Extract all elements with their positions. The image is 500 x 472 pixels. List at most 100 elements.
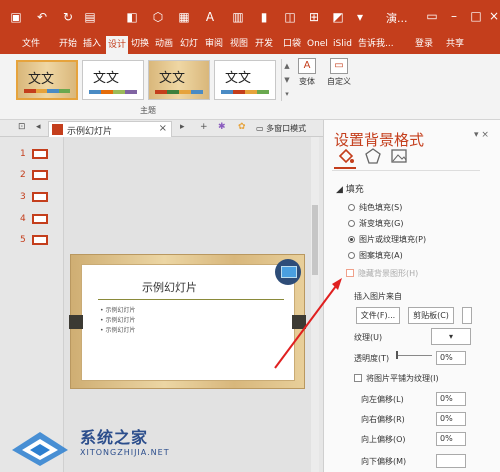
slide-title[interactable]: 示例幻灯片 [142,279,197,295]
customize-icon[interactable]: ▾ [352,9,368,25]
minimize-icon[interactable]: – [446,8,462,24]
radio-dot [348,252,355,259]
gradient-fill-radio[interactable]: 渐变填充(G) [348,218,403,229]
new-tab-button[interactable]: + [200,122,208,132]
slide-thumbnail[interactable]: 1 [12,148,52,162]
slide-bullet[interactable]: • 示例幻灯片 [100,305,135,314]
select-icon[interactable]: ◫ [282,9,298,25]
new-slide-icon[interactable]: ▤ [82,9,98,25]
share-button[interactable]: 共享 [446,37,464,52]
solid-fill-radio[interactable]: 纯色填充(S) [348,202,402,213]
tab-onenote[interactable]: Onel [307,37,328,52]
text-icon[interactable]: A [202,9,218,25]
grid-icon[interactable]: ⊞ [306,9,322,25]
editor-scrollbar[interactable] [311,137,319,472]
insert-from-label: 插入图片来自 [354,292,402,301]
shapes-icon[interactable]: ⬡ [150,9,166,25]
fill-bucket-icon[interactable] [337,147,355,165]
maximize-icon[interactable]: □ [468,8,484,24]
color-icon[interactable]: ◩ [330,9,346,25]
transparency-slider-knob[interactable] [396,351,398,359]
slide-thumbnail[interactable]: 5 [12,234,52,248]
ppt-file-icon [52,124,63,135]
customize-button[interactable]: ▭ 自定义 [326,58,352,87]
tab-pocket[interactable]: 口袋 [283,37,301,52]
scroll-right-icon[interactable]: ▸ [180,122,185,132]
scroll-left-icon[interactable]: ◂ [36,122,41,132]
checkbox-box [354,374,362,382]
pane-controls[interactable]: ▾ × [474,130,489,140]
clipboard-button[interactable]: 剪贴板(C) [408,307,454,324]
file-button[interactable]: 文件(F)... [356,307,400,324]
theme-thumbnail[interactable]: 文文 [148,60,210,100]
offset-up-label: 向上偏移(O) [361,435,406,444]
tab-islide[interactable]: iSlid [333,37,352,52]
tab-developer[interactable]: 开发 [255,37,273,52]
save-icon[interactable]: ▣ [8,9,24,25]
plugin-icon[interactable]: ✱ [218,122,226,132]
radio-label: 渐变填充(G) [359,219,404,228]
slide-thumbnail[interactable]: 4 [12,213,52,227]
format-icon[interactable]: ◧ [124,9,140,25]
ribbon-display-icon[interactable]: ▭ [424,8,440,24]
checkbox-box [346,269,354,277]
slide-right-tab [292,315,306,329]
close-icon[interactable]: × [486,8,500,24]
slide-bullet[interactable]: • 示例幻灯片 [100,325,135,334]
offset-left-input[interactable]: 0% [436,392,466,406]
pattern-fill-radio[interactable]: 图案填充(A) [348,250,403,261]
hide-background-checkbox[interactable]: 隐藏背景图形(H) [346,268,418,279]
picture-fill-radio[interactable]: 图片或纹理填充(P) [348,234,426,245]
tab-list-icon[interactable]: ⊡ [18,122,26,132]
transparency-input[interactable]: 0% [436,351,466,365]
variants-button[interactable]: A 变体 [294,58,320,87]
current-slide[interactable]: 示例幻灯片 • 示例幻灯片 • 示例幻灯片 • 示例幻灯片 [69,254,306,389]
picture-icon[interactable] [390,147,408,165]
effects-pentagon-icon[interactable] [364,147,382,165]
slide-thumb-box [32,170,48,180]
watermark-text: 系统之家 [80,428,149,447]
redo-icon[interactable]: ↻ [60,9,76,25]
texture-label: 纹理(U) [354,333,383,342]
tab-insert[interactable]: 插入 [83,37,101,52]
tab-design[interactable]: 设计 [106,36,129,54]
fill-section-header[interactable]: ◢ 填充 [336,182,364,195]
window-title: 演... [386,12,408,25]
tab-review[interactable]: 审阅 [205,37,223,52]
multi-window-button[interactable]: ▭ 多窗口模式 [256,123,306,134]
tab-transitions[interactable]: 切换 [131,37,149,52]
document-tab[interactable]: 示例幻灯片 × [48,121,172,137]
tab-view[interactable]: 视图 [230,37,248,52]
offset-right-input[interactable]: 0% [436,412,466,426]
slide-bullet[interactable]: • 示例幻灯片 [100,315,135,324]
offset-up-input[interactable]: 0% [436,432,466,446]
undo-icon[interactable]: ↶ [34,9,50,25]
close-tab-icon[interactable]: × [159,123,167,134]
offset-down-input[interactable] [436,454,466,468]
texture-dropdown[interactable]: ▾ [431,328,471,345]
tab-slideshow[interactable]: 幻灯 [180,37,198,52]
tab-home[interactable]: 开始 [59,37,77,52]
theme-thumbnail[interactable]: 文文 [16,60,78,100]
table-icon[interactable]: ▦ [176,9,192,25]
transparency-slider[interactable] [396,355,432,356]
radio-dot [348,236,355,243]
tell-me-search[interactable]: 告诉我... [358,37,394,52]
online-button[interactable] [462,307,472,324]
chart-icon[interactable]: ▮ [256,9,272,25]
screenshot-icon[interactable]: ▥ [230,9,246,25]
settings-icon[interactable]: ✿ [238,122,246,132]
scrollbar-thumb[interactable] [312,205,318,275]
radio-label: 纯色填充(S) [359,203,403,212]
transparency-label: 透明度(T) [354,354,390,363]
login-button[interactable]: 登录 [415,37,433,52]
theme-gallery-scroll[interactable]: ▲ ▼ ▾ [281,59,292,101]
tab-file[interactable]: 文件 [22,37,40,52]
slide-thumbnail[interactable]: 2 [12,169,52,183]
theme-thumbnail[interactable]: 文文 [82,60,144,100]
tab-animations[interactable]: 动画 [155,37,173,52]
slide-thumbnail[interactable]: 3 [12,191,52,205]
theme-sample-text: 文文 [28,72,55,87]
tile-texture-checkbox[interactable]: 将图片平铺为纹理(I) [354,373,439,384]
theme-thumbnail[interactable]: 文文 [214,60,276,100]
